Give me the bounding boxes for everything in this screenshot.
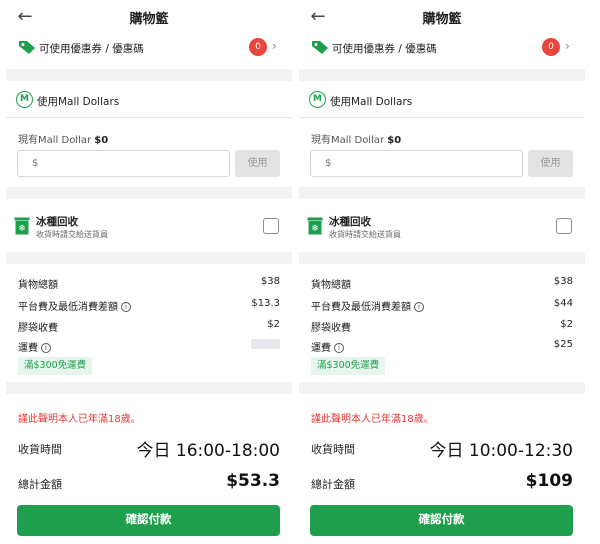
mall-dollar-balance: 現有Mall Dollar $0 — [311, 131, 401, 146]
mall-dollar-input[interactable] — [17, 150, 230, 177]
shipping-label: 運費 i — [18, 339, 51, 354]
info-icon[interactable]: i — [41, 343, 51, 353]
svg-text:❄: ❄ — [18, 224, 26, 234]
info-icon[interactable]: i — [334, 343, 344, 353]
platform-fee-value: $13.3 — [251, 298, 280, 309]
subtotal-value: $38 — [260, 276, 280, 287]
app-header: ← 購物籃 — [299, 0, 585, 34]
mall-dollars-label: 使用Mall Dollars — [330, 96, 413, 108]
section-divider — [6, 69, 292, 81]
balance-prefix: 現有Mall Dollar — [311, 135, 385, 146]
ice-recycle-title: 冰種回收 — [36, 216, 78, 228]
delivery-time-value[interactable]: 今日 16:00-18:00 — [136, 436, 280, 461]
svg-text:❄: ❄ — [311, 224, 319, 234]
page-title: 購物籃 — [129, 12, 169, 27]
page-title: 購物籃 — [422, 12, 462, 27]
total-value: $109 — [525, 471, 573, 491]
coupon-row[interactable]: 可使用優惠券 / 優惠碼 0 › — [299, 34, 585, 62]
ice-box-icon: ❄ — [14, 217, 30, 235]
balance-value: $0 — [387, 135, 402, 146]
delivery-time-value[interactable]: 今日 10:00-12:30 — [429, 436, 573, 461]
subtotal-label: 貨物總額 — [311, 280, 351, 291]
chevron-right-icon: › — [272, 39, 277, 53]
info-icon[interactable]: i — [414, 302, 424, 312]
total-label: 總計金額 — [311, 478, 355, 491]
age-declaration: 謹此聲明本人已年滿18歲。 — [18, 414, 141, 425]
shipping-value-loading — [251, 339, 280, 349]
platform-fee-label: 平台費及最低消費差額 i — [18, 298, 131, 313]
coupon-label: 可使用優惠券 / 優惠碼 — [332, 43, 437, 55]
ice-recycle-checkbox[interactable] — [263, 218, 279, 234]
use-mall-dollar-button[interactable]: 使用 — [528, 150, 573, 177]
mall-dollars-label: 使用Mall Dollars — [37, 96, 120, 108]
tag-icon — [19, 41, 35, 54]
shipping-value: $25 — [553, 339, 573, 350]
coupon-count-badge: 0 — [542, 38, 560, 56]
mall-dollars-m-icon: M — [309, 91, 326, 108]
free-shipping-badge: 滿$300免運費 — [311, 357, 386, 375]
balance-value: $0 — [94, 135, 109, 146]
confirm-payment-button[interactable]: 確認付款 — [310, 505, 573, 536]
balance-prefix: 現有Mall Dollar — [18, 135, 92, 146]
app-header: ← 購物籃 — [6, 0, 292, 34]
tag-icon — [312, 41, 328, 54]
total-label: 總計金額 — [18, 478, 62, 491]
mall-dollars-m-icon: M — [16, 91, 33, 108]
ice-recycle-subtitle: 收貨時請交給送貨員 — [329, 230, 401, 239]
platform-fee-label-text: 平台費及最低消費差額 — [18, 302, 118, 313]
delivery-time-label: 收貨時間 — [18, 443, 62, 456]
divider — [299, 117, 585, 118]
bag-fee-value: $2 — [560, 319, 573, 330]
shipping-label-text: 運費 — [311, 343, 331, 354]
cart-screen-right: ← 購物籃 可使用優惠券 / 優惠碼 0 › M 使用Mall Dollars … — [299, 0, 585, 544]
section-divider — [6, 252, 292, 264]
age-declaration: 謹此聲明本人已年滿18歲。 — [311, 414, 434, 425]
coupon-label: 可使用優惠券 / 優惠碼 — [39, 43, 144, 55]
mall-dollars-row: M 使用Mall Dollars — [299, 86, 585, 114]
section-divider — [6, 187, 292, 199]
subtotal-value: $38 — [553, 276, 573, 287]
mall-dollar-balance: 現有Mall Dollar $0 — [18, 131, 108, 146]
divider — [6, 117, 292, 118]
ice-recycle-checkbox[interactable] — [556, 218, 572, 234]
bag-fee-value: $2 — [267, 319, 280, 330]
info-icon[interactable]: i — [121, 302, 131, 312]
platform-fee-label-text: 平台費及最低消費差額 — [311, 302, 411, 313]
section-divider — [6, 382, 292, 394]
free-shipping-badge: 滿$300免運費 — [18, 357, 93, 375]
shipping-label-text: 運費 — [18, 343, 38, 354]
ice-recycle-title: 冰種回收 — [329, 216, 371, 228]
section-divider — [299, 252, 585, 264]
mall-dollar-input[interactable] — [310, 150, 523, 177]
platform-fee-label: 平台費及最低消費差額 i — [311, 298, 424, 313]
ice-recycle-subtitle: 收貨時請交給送貨員 — [36, 230, 108, 239]
confirm-payment-button[interactable]: 確認付款 — [17, 505, 280, 536]
section-divider — [299, 69, 585, 81]
mall-dollars-row: M 使用Mall Dollars — [6, 86, 292, 114]
section-divider — [299, 382, 585, 394]
total-value: $53.3 — [226, 471, 280, 491]
coupon-count-badge: 0 — [249, 38, 267, 56]
coupon-row[interactable]: 可使用優惠券 / 優惠碼 0 › — [6, 34, 292, 62]
bag-fee-label: 膠袋收費 — [18, 323, 58, 334]
subtotal-label: 貨物總額 — [18, 280, 58, 291]
bag-fee-label: 膠袋收費 — [311, 323, 351, 334]
platform-fee-value: $44 — [553, 298, 573, 309]
cart-screen-left: ← 購物籃 可使用優惠券 / 優惠碼 0 › M 使用Mall Dollars … — [6, 0, 292, 544]
chevron-right-icon: › — [565, 39, 570, 53]
use-mall-dollar-button[interactable]: 使用 — [235, 150, 280, 177]
section-divider — [299, 187, 585, 199]
ice-box-icon: ❄ — [307, 217, 323, 235]
delivery-time-label: 收貨時間 — [311, 443, 355, 456]
shipping-label: 運費 i — [311, 339, 344, 354]
